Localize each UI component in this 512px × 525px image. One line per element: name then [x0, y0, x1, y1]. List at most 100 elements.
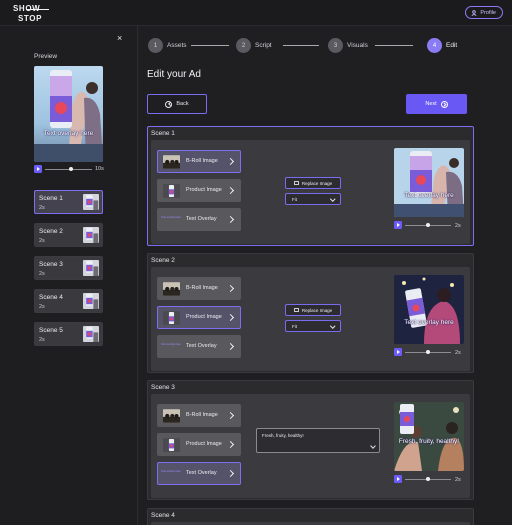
- text-overlay-icon: Text overlay here: [161, 216, 181, 219]
- broll-thumbnail: [163, 409, 180, 423]
- step-script[interactable]: 2 Script: [236, 38, 272, 53]
- play-icon[interactable]: [394, 348, 402, 356]
- product-image-button[interactable]: Product Image: [157, 433, 241, 456]
- broll-thumbnail: [163, 282, 180, 296]
- scene-preview[interactable]: Fresh, fruity, healthy!: [394, 402, 464, 471]
- step-label: Script: [255, 42, 272, 49]
- replace-image-button[interactable]: Replace Image: [285, 304, 341, 316]
- step-number: 4: [427, 38, 442, 53]
- scene-card-title: Scene 4: [151, 512, 175, 519]
- play-icon[interactable]: [394, 475, 402, 483]
- step-visuals[interactable]: 3 Visuals: [328, 38, 368, 53]
- scene-preview[interactable]: Text overlay here: [394, 148, 464, 217]
- replace-label: Replace Image: [301, 307, 333, 313]
- scene-preview[interactable]: Text overlay here: [394, 275, 464, 344]
- sidebar-scene-item[interactable]: Scene 1 2s: [34, 190, 103, 214]
- text-overlay-button[interactable]: Text overlay here Text Overlay: [157, 208, 241, 231]
- step-connector: [283, 45, 319, 46]
- preview-player-controls: 10s: [34, 165, 104, 173]
- scene-seek-knob[interactable]: [426, 223, 430, 227]
- sidebar-scene-duration: 2s: [39, 337, 45, 343]
- text-overlay-icon: Text overlay here: [161, 470, 181, 473]
- broll-image-button[interactable]: B-Roll Image: [157, 404, 241, 427]
- sidebar-scene-item[interactable]: Scene 2 2s: [34, 223, 103, 247]
- back-button[interactable]: Back: [147, 94, 207, 114]
- step-assets[interactable]: 1 Assets: [148, 38, 187, 53]
- preview-overlay-text: Text overlay here: [43, 130, 94, 137]
- broll-image-button[interactable]: B-Roll Image: [157, 150, 241, 173]
- step-connector: [375, 45, 413, 46]
- image-icon: [293, 308, 299, 312]
- text-overlay-icon: Text overlay here: [161, 343, 181, 346]
- sidebar-scene-item[interactable]: Scene 3 2s: [34, 256, 103, 280]
- logo-line-2: STOP: [18, 14, 43, 23]
- overlay-text-input[interactable]: Fresh, fruity, healthy!: [256, 428, 380, 453]
- fit-select[interactable]: Fit: [285, 320, 341, 332]
- product-image-button[interactable]: Product Image: [157, 179, 241, 202]
- preview-label: Preview: [34, 53, 58, 60]
- scene-card-3[interactable]: Scene 3 B-Roll Image Product Image Text ove…: [147, 380, 474, 500]
- text-overlay-button[interactable]: Text overlay here Text Overlay: [157, 462, 241, 485]
- scene-card-2[interactable]: Scene 2 B-Roll Image Product Image Text ove…: [147, 253, 474, 373]
- sidebar-scene-duration: 2s: [39, 271, 45, 277]
- sidebar-scene-duration: 2s: [39, 205, 45, 211]
- element-label: Text Overlay: [186, 470, 217, 476]
- scene-overlay-text: Fresh, fruity, healthy!: [398, 438, 460, 445]
- image-icon: [293, 181, 299, 185]
- play-icon[interactable]: [34, 165, 42, 173]
- app-root: SHOW STOP Profile × Preview: [0, 0, 512, 525]
- chevron-down-icon: [329, 195, 335, 201]
- step-label: Visuals: [347, 42, 368, 49]
- broll-thumbnail: [163, 155, 180, 169]
- chevron-right-icon: [226, 411, 235, 420]
- preview-seek-knob[interactable]: [68, 167, 73, 171]
- scene-card-title: Scene 1: [151, 130, 175, 137]
- overlay-text-value: Fresh, fruity, healthy!: [262, 433, 304, 438]
- sidebar-scene-title: Scene 1: [39, 195, 63, 202]
- back-label: Back: [176, 101, 189, 107]
- scene-duration: 2s: [455, 223, 461, 229]
- scene-card-body: B-Roll Image Product Image Text overlay he…: [151, 267, 470, 371]
- scene-player-controls: 2s: [394, 348, 464, 356]
- play-icon[interactable]: [394, 221, 402, 229]
- replace-image-button[interactable]: Replace Image: [285, 177, 341, 189]
- sidebar-scene-item[interactable]: Scene 4 2s: [34, 289, 103, 313]
- element-label: B-Roll Image: [186, 412, 218, 418]
- sidebar-scene-thumbnail: [83, 260, 99, 276]
- preview-video[interactable]: Text overlay here: [34, 66, 103, 162]
- sidebar-scene-thumbnail: [83, 227, 99, 243]
- scene-seek-knob[interactable]: [426, 350, 430, 354]
- fit-select[interactable]: Fit: [285, 193, 341, 205]
- sidebar-scene-item[interactable]: Scene 5 2s: [34, 322, 103, 346]
- step-label: Assets: [167, 42, 187, 49]
- scene-card-body: B-Roll Image Product Image Text overlay he…: [151, 140, 470, 244]
- sidebar-scene-title: Scene 5: [39, 327, 63, 334]
- scene-overlay-text: Text overlay here: [404, 192, 454, 199]
- chevron-right-icon: [226, 469, 235, 478]
- brand-logo[interactable]: SHOW STOP: [13, 4, 53, 24]
- profile-button[interactable]: Profile: [465, 6, 503, 19]
- element-label: B-Roll Image: [186, 158, 218, 164]
- text-overlay-button[interactable]: Text overlay here Text Overlay: [157, 335, 241, 358]
- broll-image-button[interactable]: B-Roll Image: [157, 277, 241, 300]
- next-button[interactable]: Next: [406, 94, 467, 114]
- close-icon[interactable]: ×: [117, 34, 122, 43]
- scene-seek-knob[interactable]: [426, 477, 430, 481]
- preview-duration: 10s: [95, 166, 104, 172]
- scene-card-4[interactable]: Scene 4: [147, 508, 474, 525]
- fit-value: Fit: [292, 197, 297, 202]
- sidebar-scene-thumbnail: [83, 293, 99, 309]
- chevron-right-icon: [226, 342, 235, 351]
- scene-card-1[interactable]: Scene 1 B-Roll Image Product Image Text ove…: [147, 126, 474, 246]
- sidebar-scene-duration: 2s: [39, 304, 45, 310]
- fit-value: Fit: [292, 324, 297, 329]
- sidebar-scene-thumbnail: [83, 194, 99, 210]
- sidebar-scene-title: Scene 2: [39, 228, 63, 235]
- product-image-button[interactable]: Product Image: [157, 306, 241, 329]
- scene-list: Scene 1 2s Scene 2 2s Scene 3 2s Scene 4 2s Scen…: [34, 190, 104, 355]
- sidebar-scene-duration: 2s: [39, 238, 45, 244]
- profile-label: Profile: [480, 9, 496, 16]
- step-edit[interactable]: 4 Edit: [427, 38, 457, 53]
- scene-card-title: Scene 3: [151, 384, 175, 391]
- arrow-left-icon: [165, 100, 173, 108]
